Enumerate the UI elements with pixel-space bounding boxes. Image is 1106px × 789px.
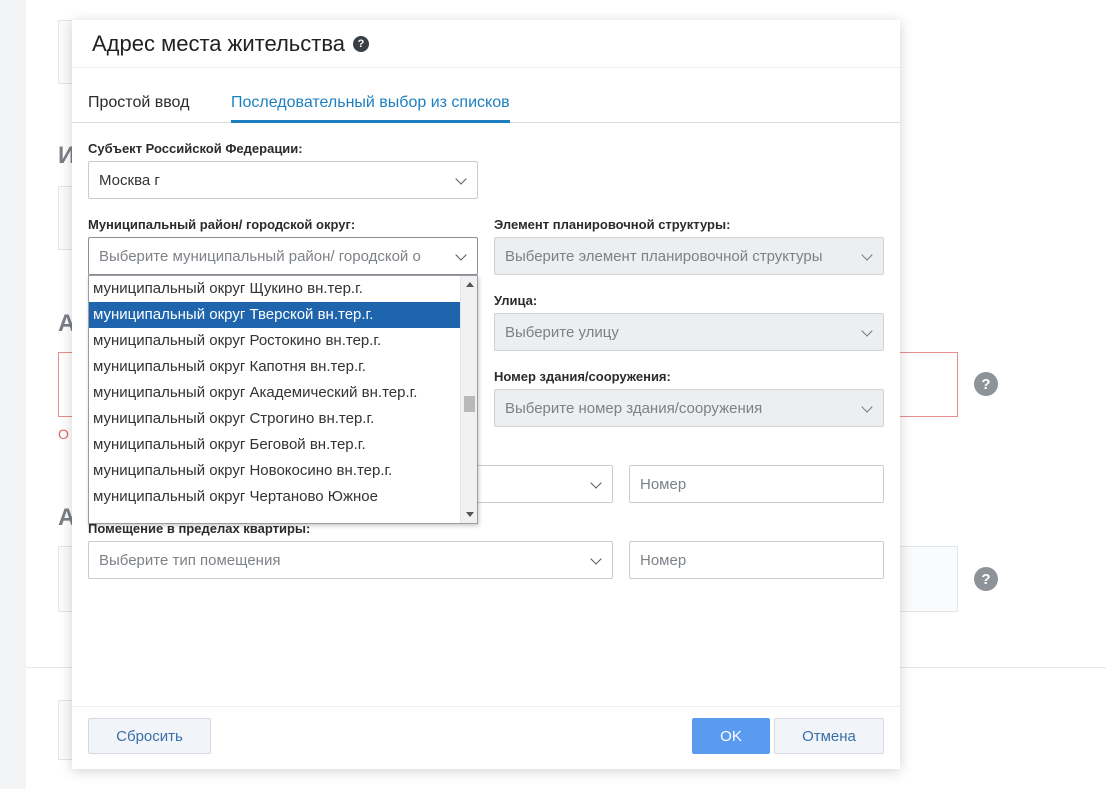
scrollbar-thumb[interactable] — [464, 396, 475, 412]
dropdown-option-selected[interactable]: муниципальный округ Тверской вн.тер.г. — [89, 302, 462, 328]
dropdown-option[interactable]: муниципальный округ Беговой вн.тер.г. — [89, 432, 462, 458]
planning-label: Элемент планировочной структуры: — [494, 217, 731, 232]
planning-select[interactable]: Выберите элемент планировочной структуры — [494, 237, 884, 275]
premises-type-select[interactable]: Выберите тип помещения — [88, 541, 613, 579]
dropdown-option[interactable]: муниципальный округ Чертаново Южное — [89, 484, 462, 510]
premises-number-input[interactable]: Номер — [629, 541, 884, 579]
chevron-down-icon — [455, 249, 467, 261]
chevron-down-icon — [590, 553, 602, 565]
dropdown-options: муниципальный округ Щукино вн.тер.г. мун… — [89, 276, 462, 510]
chevron-down-icon — [861, 401, 873, 413]
modal-header: Адрес места жительства ? — [72, 20, 900, 68]
address-modal: Адрес места жительства ? Простой ввод По… — [72, 20, 900, 769]
planning-placeholder: Выберите элемент планировочной структуры — [505, 247, 823, 265]
dropdown-scrollbar[interactable] — [460, 276, 477, 523]
ok-button[interactable]: OK — [692, 718, 770, 754]
tab-bar: Простой ввод Последовательный выбор из с… — [72, 68, 900, 123]
help-icon[interactable]: ? — [974, 567, 998, 591]
building-select[interactable]: Выберите номер здания/сооружения — [494, 389, 884, 427]
dropdown-option[interactable]: муниципальный округ Щукино вн.тер.г. — [89, 276, 462, 302]
cancel-button[interactable]: Отмена — [774, 718, 884, 754]
municipal-select[interactable]: Выберите муниципальный район/ городской … — [88, 237, 478, 275]
municipal-label: Муниципальный район/ городской округ: — [88, 217, 356, 232]
dropdown-option[interactable]: муниципальный округ Строгино вн.тер.г. — [89, 406, 462, 432]
chevron-down-icon — [455, 173, 467, 185]
background-error-message: О — [58, 426, 69, 442]
municipal-dropdown-list[interactable]: муниципальный округ Щукино вн.тер.г. мун… — [88, 275, 478, 524]
apartment-number-input[interactable]: Номер — [629, 465, 884, 503]
dropdown-option[interactable]: муниципальный округ Капотня вн.тер.г. — [89, 354, 462, 380]
subject-value: Москва г — [99, 171, 160, 189]
dropdown-option[interactable]: муниципальный округ Ростокино вн.тер.г. — [89, 328, 462, 354]
premises-number-placeholder: Номер — [640, 551, 687, 569]
dropdown-option[interactable]: муниципальный округ Академический вн.тер… — [89, 380, 462, 406]
reset-button[interactable]: Сбросить — [88, 718, 211, 754]
dropdown-option[interactable]: муниципальный округ Новокосино вн.тер.г. — [89, 458, 462, 484]
tab-sequential-select[interactable]: Последовательный выбор из списков — [231, 94, 510, 123]
street-placeholder: Выберите улицу — [505, 323, 619, 341]
chevron-down-icon — [590, 477, 602, 489]
building-label: Номер здания/сооружения: — [494, 369, 671, 384]
chevron-down-icon — [861, 249, 873, 261]
street-label: Улица: — [494, 293, 538, 308]
building-placeholder: Выберите номер здания/сооружения — [505, 399, 763, 417]
subject-select[interactable]: Москва г — [88, 161, 478, 199]
modal-footer-divider — [72, 706, 900, 707]
modal-title: Адрес места жительства — [92, 30, 346, 56]
question-icon[interactable]: ? — [353, 35, 370, 52]
scroll-down-icon[interactable] — [466, 512, 474, 517]
tab-simple-input[interactable]: Простой ввод — [88, 94, 189, 120]
street-select[interactable]: Выберите улицу — [494, 313, 884, 351]
help-icon[interactable]: ? — [974, 372, 998, 396]
subject-label: Субъект Российской Федерации: — [88, 141, 303, 156]
apartment-number-placeholder: Номер — [640, 475, 687, 493]
municipal-placeholder: Выберите муниципальный район/ городской … — [99, 247, 421, 265]
premises-type-placeholder: Выберите тип помещения — [99, 551, 281, 569]
chevron-down-icon — [861, 325, 873, 337]
scroll-up-icon[interactable] — [466, 282, 474, 287]
